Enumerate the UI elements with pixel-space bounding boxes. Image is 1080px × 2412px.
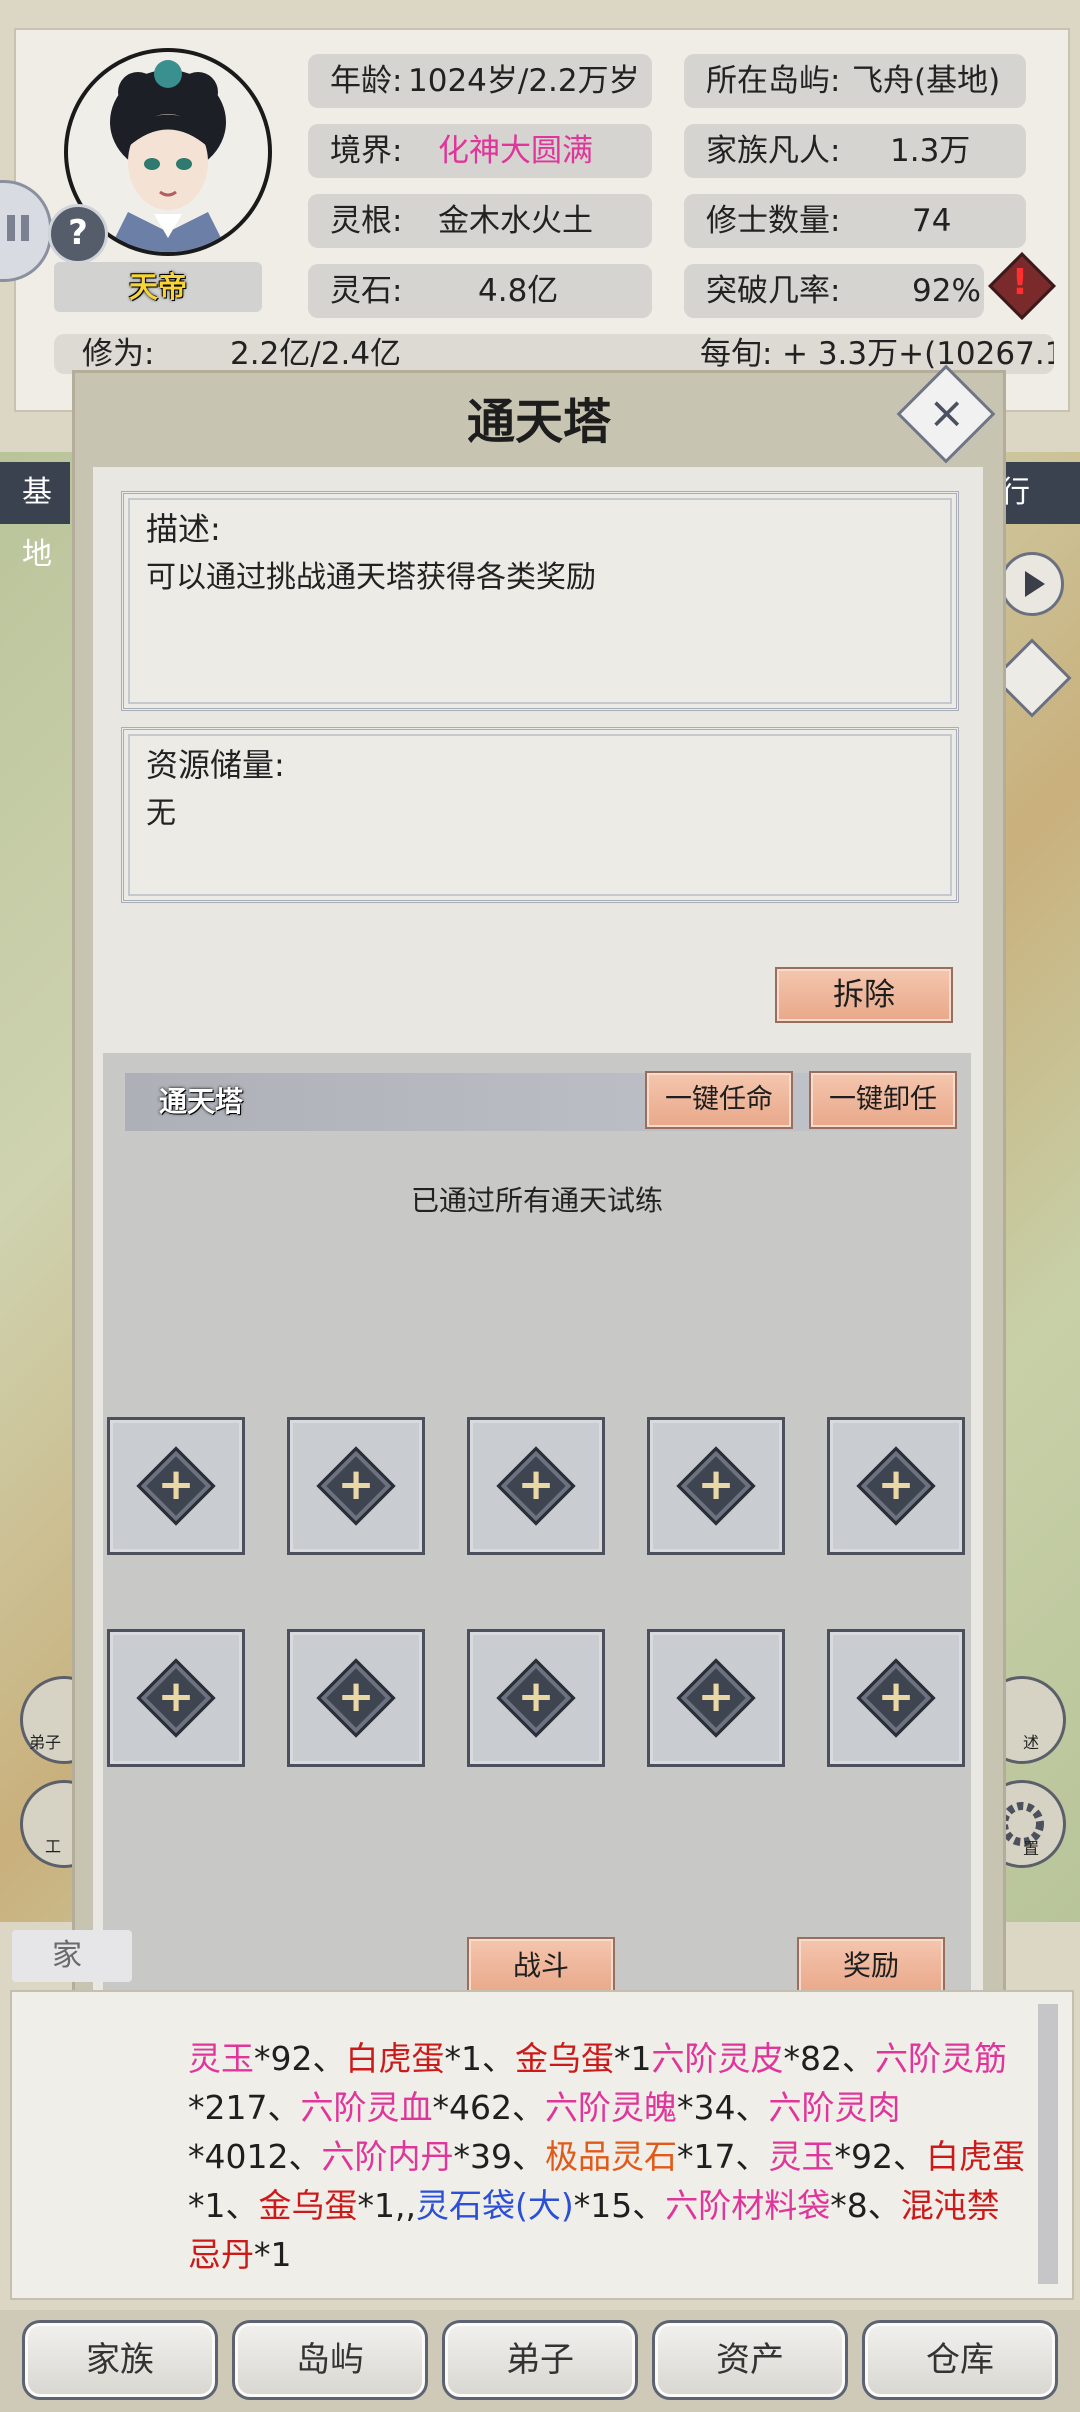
plus-icon: + <box>517 1671 555 1722</box>
bottom-nav: 家族 岛屿 弟子 资产 仓库 <box>0 2310 1080 2412</box>
log-entry: *39、 <box>453 2137 545 2176</box>
slot-3[interactable]: + <box>467 1417 605 1555</box>
log-entry: *82、 <box>783 2039 876 2078</box>
dialog-title: 通天塔 <box>466 394 611 450</box>
log-entry: 极品灵石 <box>544 2137 677 2176</box>
log-entry: 灵石袋(大) <box>415 2186 574 2225</box>
resources-text: 无 <box>146 796 176 831</box>
slot-8[interactable]: + <box>467 1629 605 1767</box>
stat-breakthrough-chance: 突破几率: 92% <box>684 264 984 318</box>
log-entry: 六阶灵筋 <box>875 2039 1007 2078</box>
dismiss-all-button[interactable]: 一键卸任 <box>809 1071 957 1129</box>
stat-spirit-stones: 灵石: 4.8亿 <box>308 264 652 318</box>
event-log: 灵玉*92、白虎蛋*1、金乌蛋*1六阶灵皮*82、六阶灵筋*217、六阶灵血*4… <box>10 1990 1074 2300</box>
slot-7[interactable]: + <box>287 1629 425 1767</box>
nav-family[interactable]: 家族 <box>22 2320 218 2400</box>
nav-warehouse[interactable]: 仓库 <box>862 2320 1058 2400</box>
log-entry: *15、 <box>573 2186 666 2225</box>
log-entry: 金乌蛋 <box>258 2186 358 2225</box>
slot-9[interactable]: + <box>647 1629 785 1767</box>
log-text: 灵玉*92、白虎蛋*1、金乌蛋*1六阶灵皮*82、六阶灵筋*217、六阶灵血*4… <box>188 2034 1026 2279</box>
resources-box: 资源储量: 无 <box>121 727 959 903</box>
log-entry: *8、 <box>830 2186 901 2225</box>
log-entry: *1 <box>254 2235 292 2274</box>
log-entry: 六阶灵魄 <box>545 2088 677 2127</box>
description-title: 描述: <box>146 510 221 548</box>
tower-dialog: 通天塔 × 描述: 可以通过挑战通天塔获得各类奖励 资源储量: 无 拆除 通天塔… <box>72 364 1006 2041</box>
stat-family-mortals: 家族凡人: 1.3万 <box>684 124 1026 178</box>
help-button[interactable]: ? <box>48 204 108 264</box>
plus-icon: + <box>157 1459 195 1510</box>
log-entry: 灵玉 <box>188 2039 254 2078</box>
demolish-button[interactable]: 拆除 <box>775 967 953 1023</box>
log-entry: *92、 <box>834 2137 926 2176</box>
log-entry: *217、 <box>188 2088 301 2127</box>
status-message: 已通过所有通天试练 <box>410 1184 663 1217</box>
log-entry: *1、 <box>444 2039 516 2078</box>
description-box: 描述: 可以通过挑战通天塔获得各类奖励 <box>121 491 959 711</box>
log-entry: *4012、 <box>188 2137 322 2176</box>
map-tab-base[interactable]: 基地 <box>0 462 70 572</box>
log-tab[interactable]: 家 <box>12 1930 132 1982</box>
slot-4[interactable]: + <box>647 1417 785 1555</box>
log-entry: *34、 <box>677 2088 769 2127</box>
log-entry: 六阶内丹 <box>321 2137 454 2176</box>
slot-10[interactable]: + <box>827 1629 965 1767</box>
slot-5[interactable]: + <box>827 1417 965 1555</box>
play-button[interactable] <box>1000 552 1064 616</box>
play-icon <box>1025 571 1045 597</box>
log-entry: 白虎蛋 <box>345 2039 445 2078</box>
plus-icon: + <box>157 1671 195 1722</box>
stat-age: 年龄: 1024岁/2.2万岁 <box>308 54 652 108</box>
slot-6[interactable]: + <box>107 1629 245 1767</box>
dialog-body: 描述: 可以通过挑战通天塔获得各类奖励 资源储量: 无 拆除 通天塔 一键任命 … <box>93 467 983 2015</box>
log-entry: 六阶灵肉 <box>768 2088 901 2127</box>
reward-button[interactable]: 奖励 <box>797 1937 945 1995</box>
close-icon: × <box>928 387 966 439</box>
log-entry: *1,, <box>357 2186 416 2225</box>
nav-island[interactable]: 岛屿 <box>232 2320 428 2400</box>
player-name[interactable]: 天帝 <box>54 262 262 312</box>
description-text: 可以通过挑战通天塔获得各类奖励 <box>146 560 596 595</box>
panel-label: 通天塔 <box>159 1085 244 1118</box>
log-entry: 六阶材料袋 <box>665 2186 831 2225</box>
slot-2[interactable]: + <box>287 1417 425 1555</box>
stat-realm: 境界: 化神大圆满 <box>308 124 652 178</box>
plus-icon: + <box>337 1671 375 1722</box>
pause-icon <box>7 215 29 241</box>
resources-title: 资源储量: <box>146 746 285 784</box>
plus-icon: + <box>697 1459 735 1510</box>
log-entry: *462、 <box>432 2088 546 2127</box>
log-entry: 灵玉 <box>768 2137 835 2176</box>
log-entry: *1、 <box>188 2186 259 2225</box>
tower-panel: 通天塔 一键任命 一键卸任 已通过所有通天试练 + + + + + + + + … <box>103 1053 971 2011</box>
slot-1[interactable]: + <box>107 1417 245 1555</box>
log-scrollbar[interactable] <box>1038 2004 1058 2284</box>
log-entry: 六阶灵皮 <box>651 2039 784 2078</box>
plus-icon: + <box>877 1459 915 1510</box>
plus-icon: + <box>877 1671 915 1722</box>
log-entry: 六阶灵血 <box>300 2088 433 2127</box>
stat-cultivator-count: 修士数量: 74 <box>684 194 1026 248</box>
stat-island: 所在岛屿: 飞舟(基地) <box>684 54 1026 108</box>
stat-spirit-root: 灵根: 金木水火土 <box>308 194 652 248</box>
nav-assets[interactable]: 资产 <box>652 2320 848 2400</box>
log-entry: *1 <box>614 2039 652 2078</box>
battle-button[interactable]: 战斗 <box>467 1937 615 1995</box>
exclamation-icon: ! <box>1011 262 1029 303</box>
nav-disciples[interactable]: 弟子 <box>442 2320 638 2400</box>
log-entry: 金乌蛋 <box>515 2039 614 2078</box>
plus-icon: + <box>517 1459 555 1510</box>
cultivation-row: 修为: 2.2亿/2.4亿 每旬: + 3.3万+(10267.19% <box>54 334 1054 374</box>
log-entry: 白虎蛋 <box>925 2137 1025 2176</box>
log-entry: *92、 <box>254 2039 346 2078</box>
help-icon: ? <box>68 213 88 253</box>
assign-all-button[interactable]: 一键任命 <box>645 1071 793 1129</box>
plus-icon: + <box>337 1459 375 1510</box>
log-entry: *17、 <box>676 2137 769 2176</box>
plus-icon: + <box>697 1671 735 1722</box>
